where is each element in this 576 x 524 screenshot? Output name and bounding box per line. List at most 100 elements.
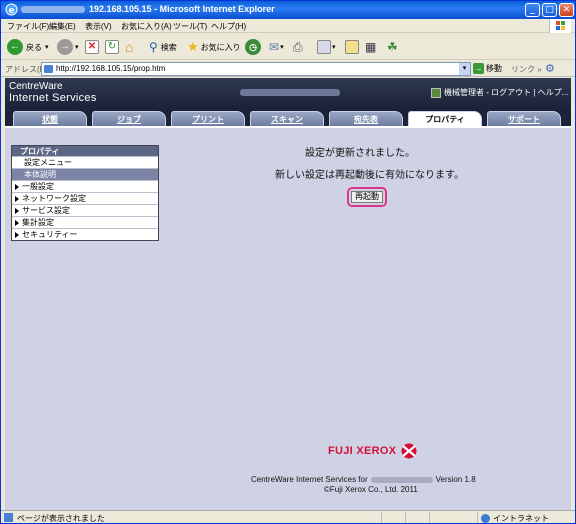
- title-suffix: - Microsoft Internet Explorer: [154, 4, 275, 14]
- expand-triangle-icon: [15, 183, 19, 190]
- tab-scan[interactable]: スキャン: [250, 111, 324, 127]
- vertical-scrollbar[interactable]: [571, 78, 575, 510]
- window-title: 192.168.105.15 - Microsoft Internet Expl…: [21, 4, 275, 14]
- favorites-button[interactable]: ★ お気に入り: [187, 38, 241, 56]
- forward-button[interactable]: → ▾: [57, 38, 79, 56]
- sidebar-item-service[interactable]: サービス設定: [12, 204, 158, 216]
- menu-edit[interactable]: 編集(E): [49, 21, 76, 32]
- close-button[interactable]: ✕: [559, 3, 574, 17]
- forward-arrow-icon: →: [57, 39, 73, 55]
- addon-icon[interactable]: ⚙: [545, 62, 555, 75]
- links-button[interactable]: リンク »: [511, 64, 542, 75]
- menu-help[interactable]: ヘルプ(H): [211, 21, 246, 32]
- favorites-label: お気に入り: [200, 42, 241, 52]
- tab-print[interactable]: プリント: [171, 111, 245, 127]
- fuji-xerox-logo: FUJI XEROX: [328, 442, 419, 460]
- admin-icon: [431, 87, 441, 98]
- menu-view[interactable]: 表示(V): [85, 21, 112, 32]
- menu-file[interactable]: ファイル(F): [7, 21, 49, 32]
- messenger-button[interactable]: ☘: [387, 38, 398, 56]
- stop-icon: ✕: [85, 40, 99, 54]
- sidebar-item-security[interactable]: セキュリティー: [12, 228, 158, 240]
- search-icon: ⚲: [149, 40, 158, 54]
- back-dropdown-icon[interactable]: ▾: [45, 43, 49, 51]
- address-dropdown-icon[interactable]: ▾: [459, 63, 470, 75]
- tab-support[interactable]: サポート: [487, 111, 561, 127]
- tab-underline: [5, 126, 571, 128]
- reboot-button[interactable]: 再起動: [351, 191, 383, 203]
- redacted-device-name: [240, 89, 340, 96]
- footer-suffix: Version 1.8: [435, 475, 476, 484]
- status-divider: [405, 512, 406, 523]
- footer-copyright: ©Fuji Xerox Co., Ltd. 2011: [324, 485, 418, 494]
- research-icon: ▦: [365, 40, 377, 54]
- minimize-button[interactable]: _: [525, 3, 540, 17]
- tab-status[interactable]: 状態: [13, 111, 87, 127]
- links-label: リンク: [511, 65, 535, 74]
- sidebar-item-settings-menu[interactable]: 設定メニュー: [12, 156, 158, 168]
- redacted-model: [370, 476, 433, 483]
- menu-bar: ファイル(F) 編集(E) 表示(V) お気に入り(A) ツール(T) ヘルプ(…: [1, 19, 575, 33]
- title-ip: 192.168.105.15: [89, 4, 152, 14]
- menu-tools[interactable]: ツール(T): [173, 21, 207, 32]
- menu-favorites[interactable]: お気に入り(A): [121, 21, 172, 32]
- search-button[interactable]: ⚲ 検索: [149, 38, 177, 56]
- sidebar-item-label: セキュリティー: [22, 230, 78, 239]
- maximize-button[interactable]: □: [542, 3, 557, 17]
- go-button[interactable]: → 移動: [473, 63, 502, 74]
- expand-triangle-icon: [15, 231, 19, 238]
- go-label: 移動: [486, 64, 502, 73]
- edit-dropdown-icon[interactable]: ▾: [332, 43, 336, 51]
- zone-label: イントラネット: [493, 514, 549, 523]
- print-button[interactable]: ⎙: [293, 38, 303, 56]
- forward-dropdown-icon[interactable]: ▾: [75, 43, 79, 51]
- sidebar-item-general[interactable]: 一般設定: [12, 180, 158, 192]
- title-bar: e 192.168.105.15 - Microsoft Internet Ex…: [1, 1, 575, 19]
- refresh-icon: ↻: [105, 40, 119, 54]
- home-button[interactable]: ⌂: [125, 38, 133, 56]
- edit-button[interactable]: ▾: [317, 38, 336, 56]
- status-text: ページが表示されました: [17, 514, 105, 523]
- footer-prefix: CentreWare Internet Services for: [251, 475, 368, 484]
- sidebar-item-label: 集計設定: [22, 218, 54, 227]
- mail-button[interactable]: ✉ ▾: [269, 38, 284, 56]
- xerox-sphere-icon: [401, 443, 417, 459]
- history-button[interactable]: ◷: [245, 38, 261, 56]
- print-icon: ⎙: [293, 39, 303, 54]
- history-icon: ◷: [245, 39, 261, 55]
- discuss-icon: [345, 40, 359, 54]
- brand-line2: Internet Services: [9, 92, 97, 104]
- sidebar-item-accounting[interactable]: 集計設定: [12, 216, 158, 228]
- back-button[interactable]: ← 戻る ▾: [7, 38, 49, 56]
- admin-area[interactable]: 機械管理者 - ログアウト | ヘルプ...: [431, 87, 568, 98]
- tab-bar: 状態 ジョブ プリント スキャン 宛先表 プロパティ サポート: [5, 108, 571, 128]
- page-done-icon: [4, 513, 13, 522]
- status-divider: [381, 512, 382, 523]
- back-label: 戻る: [26, 42, 42, 52]
- footer-version: CentreWare Internet Services for Version …: [251, 475, 476, 484]
- tab-address-book[interactable]: 宛先表: [329, 111, 403, 127]
- address-bar: アドレス(D) http://192.168.105.15/prop.htm ▾…: [1, 61, 575, 77]
- intranet-globe-icon: [481, 514, 490, 524]
- brand-line1: CentreWare: [9, 81, 63, 92]
- address-input[interactable]: http://192.168.105.15/prop.htm ▾: [41, 62, 471, 76]
- edit-icon: [317, 40, 331, 54]
- settings-updated-message: 設定が更新されました。: [305, 148, 415, 159]
- internet-explorer-icon: e: [5, 3, 18, 16]
- security-zone: イントラネット: [481, 513, 549, 524]
- tab-job[interactable]: ジョブ: [92, 111, 166, 127]
- logo-text: FUJI XEROX: [328, 445, 397, 457]
- refresh-button[interactable]: ↻: [105, 38, 119, 56]
- sidebar-item-description[interactable]: 本体説明: [12, 168, 158, 180]
- cws-header: CentreWare Internet Services 機械管理者 - ログア…: [5, 78, 571, 108]
- sidebar-item-label: ネットワーク設定: [22, 194, 86, 203]
- sidebar-item-network[interactable]: ネットワーク設定: [12, 192, 158, 204]
- admin-text[interactable]: 機械管理者 - ログアウト | ヘルプ...: [444, 88, 568, 97]
- discuss-button[interactable]: [345, 38, 359, 56]
- research-button[interactable]: ▦: [365, 38, 376, 56]
- mail-icon: ✉: [269, 40, 280, 54]
- stop-button[interactable]: ✕: [85, 38, 99, 56]
- windows-flag-icon: [549, 19, 571, 33]
- favorites-star-icon: ★: [187, 39, 199, 54]
- mail-dropdown-icon[interactable]: ▾: [280, 43, 284, 51]
